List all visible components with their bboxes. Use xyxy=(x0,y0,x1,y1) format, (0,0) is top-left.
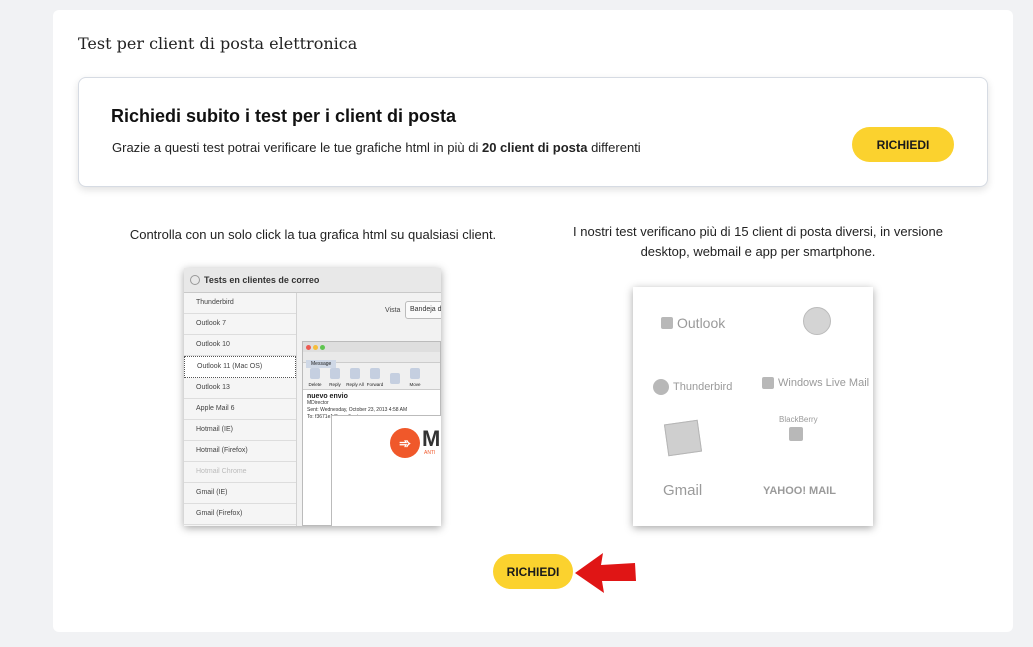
mail-sent: Sent: Wednesday, October 23, 2013 4:58 A… xyxy=(307,407,408,413)
client-list: Thunderbird Outlook 7 Outlook 10 Outlook… xyxy=(184,293,297,526)
clients-logos-screenshot: Outlook Thunderbird Windows Live Mail Bl… xyxy=(633,287,873,526)
tab-bar: Message xyxy=(303,352,440,368)
meeting-tool-icon xyxy=(385,373,405,389)
screenshot-header: Tests en clientes de correo xyxy=(184,268,441,293)
mail-stamp-icon xyxy=(663,419,703,457)
outlook-icon xyxy=(661,317,673,329)
client-name: YAHOO! MAIL xyxy=(763,485,836,497)
reply-all-tool-icon: Reply All xyxy=(346,368,364,387)
client-name: Outlook xyxy=(677,315,726,331)
client-name: Thunderbird xyxy=(673,381,733,393)
section-title: Test per client di posta elettronica xyxy=(78,34,358,53)
richiedi-button-bottom[interactable]: RICHIEDI xyxy=(493,554,573,589)
minimize-dot-icon xyxy=(313,344,318,350)
move-tool-icon: Move xyxy=(405,368,425,389)
caption-left: Controlla con un solo click la tua grafi… xyxy=(129,227,497,242)
client-item: Thunderbird xyxy=(184,293,296,314)
thunderbird-logo: Thunderbird xyxy=(653,379,732,395)
richiedi-button[interactable]: RICHIEDI xyxy=(852,127,954,162)
apple-mail-logo xyxy=(803,307,831,335)
back-icon xyxy=(190,275,200,285)
client-item: Hotmail (Firefox) xyxy=(184,441,296,462)
client-name: BlackBerry xyxy=(779,415,818,424)
cta-title: Richiedi subito i test per i client di p… xyxy=(111,106,457,126)
client-item: Outlook 7 xyxy=(184,314,296,335)
mail-sender: MDirector xyxy=(307,400,329,406)
client-item: Apple Mail 6 xyxy=(184,399,296,420)
cta-desc-text-end: differenti xyxy=(587,140,641,155)
cta-desc-bold: 20 client di posta xyxy=(481,140,588,155)
reply-tool-icon: Reply xyxy=(325,368,345,389)
red-arrow-icon xyxy=(575,553,636,593)
blackberry-logo: BlackBerry xyxy=(779,415,818,441)
client-item: Outlook 10 xyxy=(184,335,296,356)
client-item: Hotmail (IE) xyxy=(184,420,296,441)
vista-label: Vista xyxy=(385,307,401,314)
content-panel: Test per client di posta elettronica Ric… xyxy=(53,10,1013,632)
thunderbird-icon xyxy=(653,379,669,395)
message-tab: Message xyxy=(306,360,337,368)
close-dot-icon xyxy=(306,344,311,350)
windows-live-mail-logo: Windows Live Mail xyxy=(762,377,869,389)
mdirector-logo-icon: ➾ xyxy=(390,428,420,458)
yahoo-mail-logo: YAHOO! MAIL xyxy=(763,485,836,497)
client-item: Gmail (IE) xyxy=(184,483,296,504)
gmail-logo: Gmail xyxy=(663,482,702,499)
caption-right: I nostri test verificano più di 15 clien… xyxy=(573,224,943,259)
client-item: Outlook 13 xyxy=(184,378,296,399)
window-titlebar xyxy=(303,342,440,352)
blackberry-icon xyxy=(789,427,804,441)
preview-area: Vista Bandeja d Message Delete Reply Rep… xyxy=(297,293,441,526)
client-name: Gmail xyxy=(663,482,703,499)
delete-tool-icon: Delete xyxy=(305,368,325,389)
client-item: Gmail (Firefox) xyxy=(184,504,296,525)
cta-description: Grazie a questi test potrai verificare l… xyxy=(112,140,641,155)
mail-app-logo xyxy=(663,419,703,457)
vista-select: Bandeja d xyxy=(405,301,441,319)
apple-mail-icon xyxy=(803,307,831,335)
outlook-logo: Outlook xyxy=(661,315,725,331)
maximize-dot-icon xyxy=(320,344,325,350)
client-item: Hotmail Chrome xyxy=(184,462,296,483)
newsletter-preview: ➾ M ANTI xyxy=(331,415,441,526)
email-tests-screenshot: Tests en clientes de correo Thunderbird … xyxy=(184,268,441,526)
cta-desc-text: Grazie a questi test potrai verificare l… xyxy=(112,140,482,155)
mail-subject: nuevo envio xyxy=(307,393,348,400)
client-item-selected: Outlook 11 (Mac OS) xyxy=(184,356,296,378)
screenshot-header-text: Tests en clientes de correo xyxy=(204,275,320,285)
logo-subtext: ANTI xyxy=(424,450,436,456)
logo-letter: M xyxy=(422,426,441,451)
cta-box: Richiedi subito i test per i client di p… xyxy=(78,77,988,187)
forward-tool-icon: Forward xyxy=(366,368,384,387)
client-name: Windows Live Mail xyxy=(778,377,870,389)
windows-icon xyxy=(762,377,774,389)
